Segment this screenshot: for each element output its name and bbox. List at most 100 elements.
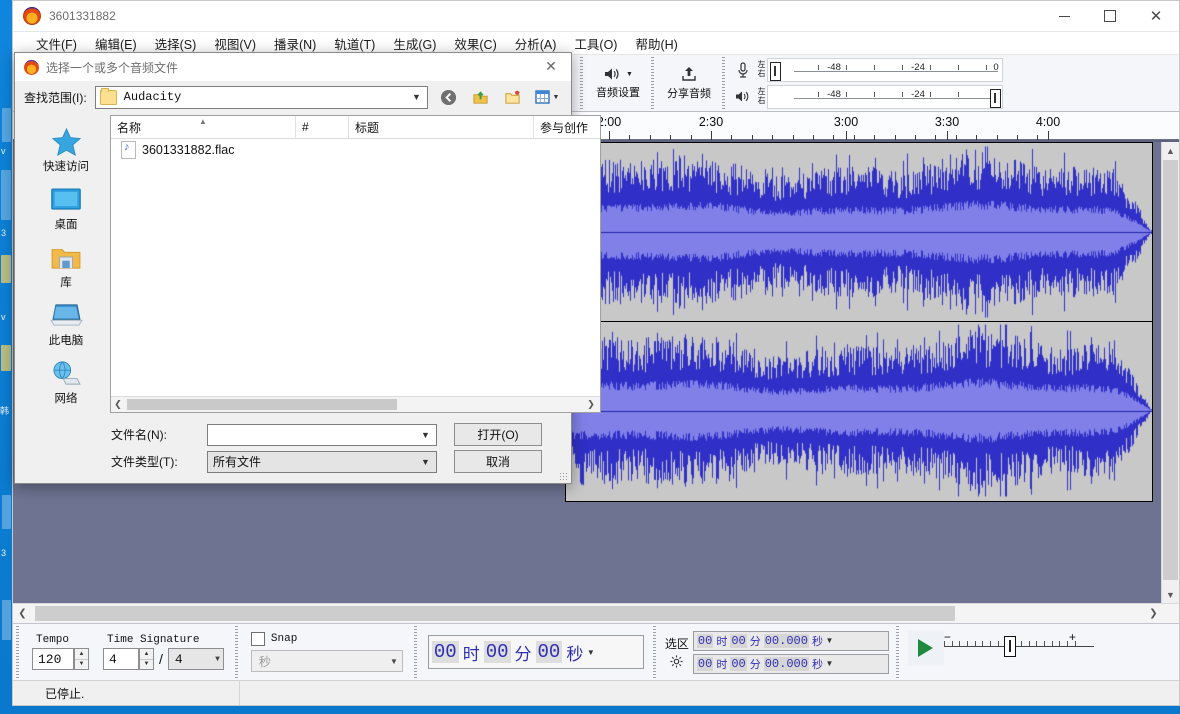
file-type-label: 文件类型(T): (24, 453, 207, 470)
view-mode-button[interactable]: ▼ (532, 86, 562, 109)
dialog-title-bar: 选择一个或多个音频文件 ✕ (15, 53, 571, 81)
sel-start-seconds-unit: 秒 (812, 633, 823, 649)
close-button[interactable]: ✕ (1133, 1, 1179, 31)
dialog-footer: 文件名(N): ▼ 打开(O) 文件类型(T): 所有文件 ▼ 取消 (24, 413, 562, 475)
play-speed-slider-thumb[interactable] (1004, 636, 1016, 657)
horizontal-scrollbar[interactable]: ❮ ❯ (13, 603, 1179, 623)
place-label: 网络 (55, 390, 78, 406)
toolbar-grip[interactable] (721, 57, 728, 109)
place-network[interactable]: 网络 (24, 355, 108, 409)
toolbar-grip[interactable] (650, 57, 657, 109)
audio-pos-dropdown-icon[interactable]: ▼ (586, 648, 595, 657)
time-sig-upper-stepper[interactable]: ▲▼ (139, 648, 154, 670)
look-in-combo[interactable]: Audacity ▼ (95, 86, 428, 109)
tempo-stepper[interactable]: ▲▼ (74, 648, 89, 670)
file-list-scroll-thumb[interactable] (127, 399, 397, 410)
place-quick-access[interactable]: 快速访问 (24, 123, 108, 177)
play-icon (918, 639, 933, 657)
gear-icon[interactable] (665, 654, 689, 669)
audio-track-stereo[interactable] (565, 142, 1153, 502)
vertical-scroll-thumb[interactable] (1163, 160, 1178, 580)
column-header-number[interactable]: # (296, 116, 349, 138)
toolbar-grip[interactable] (234, 626, 241, 678)
menu-help[interactable]: 帮助(H) (626, 32, 686, 55)
place-label: 快速访问 (43, 158, 89, 174)
status-bar: 已停止. (13, 680, 1179, 705)
selection-end-display[interactable]: 00 时 00 分 00.000 秒 ▼ (693, 654, 889, 674)
file-type-select[interactable]: 所有文件 ▼ (207, 451, 437, 473)
chevron-down-icon[interactable]: ▼ (417, 457, 434, 467)
waveform-display[interactable] (566, 143, 1152, 501)
bottom-toolbar-dock: Tempo Time Signature 120 ▲▼ 4 ▲▼ / 4 ▼ (13, 623, 1179, 680)
file-name-label: 文件名(N): (24, 426, 207, 443)
chevron-down-icon[interactable]: ▼ (408, 92, 425, 102)
vertical-scrollbar[interactable]: ▲ ▼ (1161, 142, 1179, 603)
tempo-input[interactable]: 120 (32, 648, 74, 670)
record-meter-scale: -48 -24 0 (767, 58, 1003, 82)
place-this-pc[interactable]: 此电脑 (24, 297, 108, 351)
open-button[interactable]: 打开(O) (454, 423, 542, 446)
minimize-button[interactable] (1041, 1, 1087, 31)
ruler-tick-minor (793, 135, 794, 140)
toolbar-grip[interactable] (413, 626, 420, 678)
ruler-tick-major (609, 131, 610, 140)
audio-position-display[interactable]: 00 时 00 分 00 秒 ▼ (428, 635, 644, 669)
column-header-artist[interactable]: 参与创作 (534, 116, 600, 138)
toolbar-grip[interactable] (579, 57, 586, 109)
back-button[interactable] (436, 86, 460, 109)
ruler-tick-minor (854, 135, 855, 140)
audio-setup-button[interactable]: ▼ 音频设置 (588, 57, 648, 109)
place-label: 库 (60, 274, 72, 290)
file-list-item[interactable]: 3601331882.flac (111, 139, 600, 161)
scroll-left-icon[interactable]: ❮ (111, 399, 125, 410)
column-header-name[interactable]: 名称 ▲ (111, 116, 296, 138)
network-icon (49, 358, 83, 388)
horizontal-scroll-thumb[interactable] (35, 606, 955, 621)
scroll-down-icon[interactable]: ▼ (1162, 586, 1179, 603)
time-sig-lower-select[interactable]: 4 ▼ (168, 648, 224, 670)
sel-start-dropdown-icon[interactable]: ▼ (825, 636, 834, 645)
toolbar-grip[interactable] (652, 626, 659, 678)
up-one-level-button[interactable] (468, 86, 492, 109)
recording-meter[interactable]: 左 右 -48 -24 0 (730, 57, 1003, 82)
snap-checkbox[interactable] (251, 632, 265, 646)
time-sig-upper-input[interactable]: 4 (103, 648, 139, 670)
menu-tools[interactable]: 工具(O) (565, 32, 626, 55)
column-header-title[interactable]: 标题 (349, 116, 534, 138)
ruler-label: 4:00 (1036, 115, 1060, 129)
resize-grip[interactable] (559, 472, 568, 481)
scroll-up-icon[interactable]: ▲ (1162, 142, 1179, 159)
time-toolbar: 00 时 00 分 00 秒 ▼ (422, 624, 650, 680)
scroll-right-icon[interactable]: ❯ (584, 399, 598, 410)
selection-start-display[interactable]: 00 时 00 分 00.000 秒 ▼ (693, 631, 889, 651)
place-desktop[interactable]: 桌面 (24, 181, 108, 235)
chevron-down-icon[interactable]: ▼ (417, 430, 434, 440)
cancel-button[interactable]: 取消 (454, 450, 542, 473)
sel-end-dropdown-icon[interactable]: ▼ (825, 659, 834, 668)
slider-minus-label: − (944, 630, 951, 644)
sel-end-hours-unit: 时 (716, 656, 727, 672)
new-folder-button[interactable] (500, 86, 524, 109)
play-speed-slider[interactable]: − + (944, 630, 1094, 656)
scroll-right-icon[interactable]: ❯ (1144, 605, 1163, 622)
place-library[interactable]: 库 (24, 239, 108, 293)
ruler-tick-minor (772, 135, 773, 140)
file-list-body[interactable]: 3601331882.flac (111, 139, 600, 396)
dialog-close-button[interactable]: ✕ (531, 53, 571, 81)
toolbar-grip[interactable] (895, 626, 902, 678)
maximize-button[interactable] (1087, 1, 1133, 31)
file-name-input[interactable]: ▼ (207, 424, 437, 446)
ruler-tick-major (846, 131, 847, 140)
desktop-icon (49, 184, 83, 214)
toolbar-grip[interactable] (15, 626, 22, 678)
scroll-left-icon[interactable]: ❮ (13, 605, 32, 622)
file-type-value: 所有文件 (213, 453, 261, 470)
file-list[interactable]: 名称 ▲ # 标题 参与创作 360133 (110, 115, 601, 413)
play-at-speed-button[interactable] (908, 630, 944, 666)
share-audio-button[interactable]: 分享音频 (659, 57, 719, 109)
file-list-hscrollbar[interactable]: ❮ ❯ (111, 396, 600, 412)
snap-select[interactable]: 秒 ▼ (251, 650, 403, 672)
desktop-icon-ghost (1, 170, 11, 220)
playback-meter[interactable]: 左 右 -48 -24 (730, 84, 1003, 109)
meter-tick-24: -24 (911, 62, 925, 73)
